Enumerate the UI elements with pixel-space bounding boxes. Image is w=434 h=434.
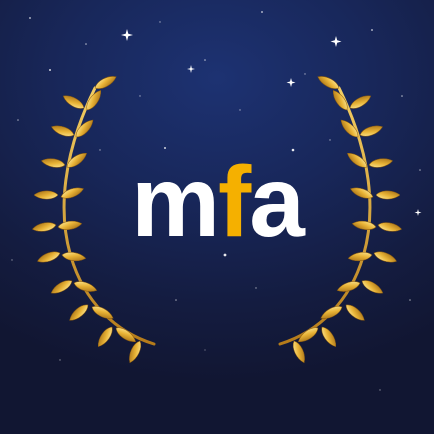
mfa-logo: mfa <box>131 146 308 258</box>
logo-letter-a: a <box>249 146 306 258</box>
logo-letter-f: f <box>218 146 252 258</box>
logo-letter-m: m <box>131 146 218 258</box>
svg-text:mfa: mfa <box>131 146 306 258</box>
app-icon: mfa <box>0 0 434 434</box>
